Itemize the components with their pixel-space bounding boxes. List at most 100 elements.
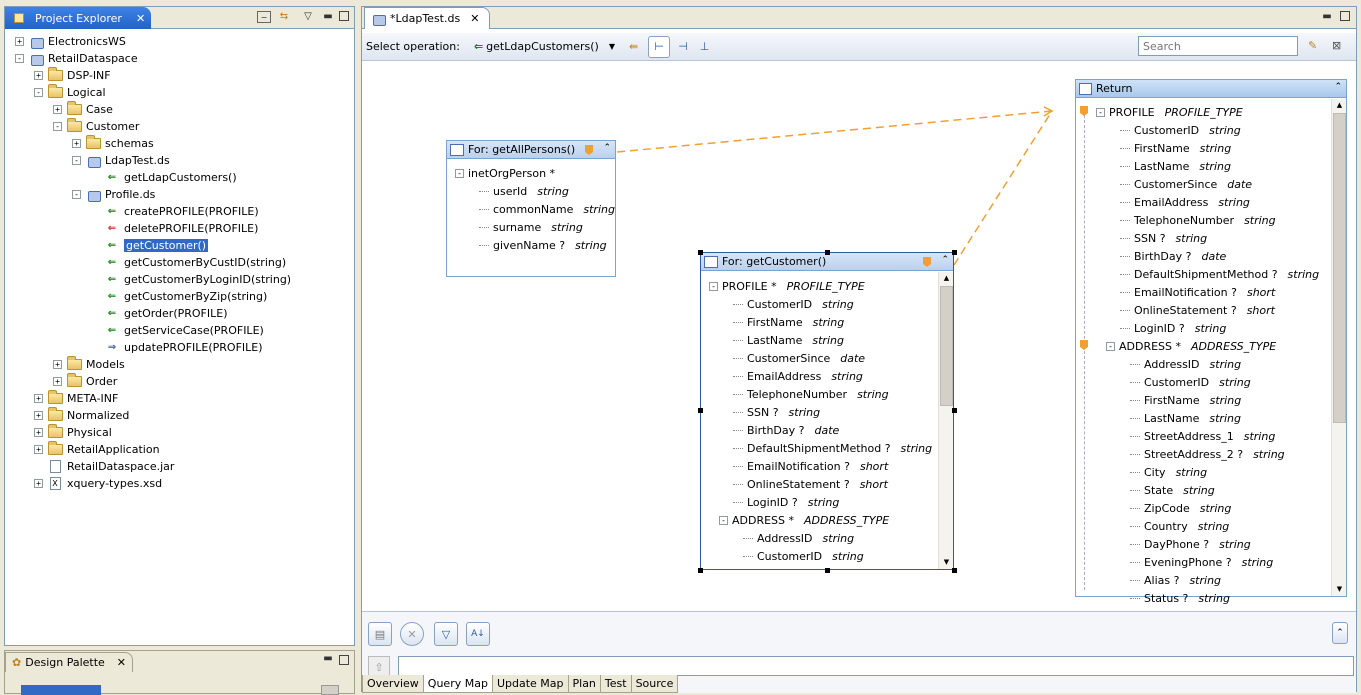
schema-row[interactable]: LoginID ? string xyxy=(1120,319,1226,337)
resize-handle[interactable] xyxy=(952,408,957,413)
schema-row[interactable]: CustomerSince date xyxy=(1120,175,1252,193)
scrollbar[interactable]: ▲ ▼ xyxy=(1331,99,1346,596)
filter-icon[interactable]: ▽ xyxy=(434,622,458,646)
minimize-icon[interactable]: ▬ xyxy=(321,11,335,23)
close-icon[interactable]: ✕ xyxy=(470,12,479,25)
schema-row[interactable]: surname string xyxy=(479,218,583,236)
collapse-icon[interactable]: ⌃ xyxy=(941,255,949,265)
collapse-icon[interactable]: - xyxy=(34,88,43,97)
schema-row[interactable]: ZipCode string xyxy=(1130,499,1231,517)
tree-item[interactable]: ⇐ createPROFILE(PROFILE) xyxy=(91,203,259,220)
schema-row[interactable]: BirthDay ? date xyxy=(733,421,839,439)
link-editor-icon[interactable]: ⇆ xyxy=(277,11,291,23)
schema-row[interactable]: CustomerID string xyxy=(1130,373,1251,391)
collapse-icon[interactable]: - xyxy=(1096,107,1105,117)
tab-design-palette[interactable]: ✿ Design Palette ✕ xyxy=(5,652,134,672)
tree-item[interactable]: + META-INF xyxy=(34,390,118,407)
minimize-icon[interactable]: ▬ xyxy=(1320,11,1334,23)
scroll-up-icon[interactable]: ▲ xyxy=(1333,99,1346,112)
expression-input[interactable] xyxy=(398,656,1354,676)
tree-item[interactable]: + Case xyxy=(53,101,113,118)
tree-item[interactable]: ⇒ updatePROFILE(PROFILE) xyxy=(91,339,263,356)
expand-icon[interactable]: + xyxy=(15,37,24,46)
tree-item[interactable]: ⇐ getOrder(PROFILE) xyxy=(91,305,228,322)
schema-row[interactable]: Alias ? string xyxy=(1130,571,1221,589)
expand-icon[interactable]: + xyxy=(34,479,43,488)
clear-icon[interactable]: ⊠ xyxy=(1332,39,1341,52)
tree-item[interactable]: ⇐ getCustomerByLoginID(string) xyxy=(91,271,291,288)
tree-item[interactable]: ⇐ getServiceCase(PROFILE) xyxy=(91,322,264,339)
schema-row[interactable]: LoginID ? string xyxy=(733,493,839,511)
schema-row[interactable]: Country string xyxy=(1130,517,1229,535)
operation-select[interactable]: getLdapCustomers() xyxy=(486,40,599,53)
tree-item[interactable]: ⇐ getCustomerByCustID(string) xyxy=(91,254,286,271)
schema-row[interactable]: DayPhone ? string xyxy=(1130,535,1251,553)
scroll-thumb[interactable] xyxy=(1333,113,1346,423)
schema-row[interactable]: EmailNotification ? short xyxy=(1120,283,1275,301)
tree-item[interactable]: - Profile.ds xyxy=(72,186,155,203)
schema-row[interactable]: TelephoneNumber string xyxy=(733,385,889,403)
schema-row[interactable]: StreetAddress_2 ? string xyxy=(1130,445,1285,463)
expand-icon[interactable]: + xyxy=(53,377,62,386)
collapse-icon[interactable]: - xyxy=(455,168,464,178)
tab-ldaptest-ds[interactable]: *LdapTest.ds ✕ xyxy=(364,7,491,29)
expand-icon[interactable]: + xyxy=(34,428,43,437)
schema-row[interactable]: City string xyxy=(1130,463,1207,481)
tree-item[interactable]: + schemas xyxy=(72,135,154,152)
search-input[interactable] xyxy=(1138,36,1298,56)
resize-handle[interactable] xyxy=(952,250,957,255)
collapse-icon[interactable]: - xyxy=(53,122,62,131)
schema-row[interactable]: FirstName string xyxy=(1120,139,1231,157)
scroll-thumb[interactable] xyxy=(940,286,953,406)
scroll-down-icon[interactable]: ▼ xyxy=(1333,583,1346,596)
expand-icon[interactable]: + xyxy=(53,360,62,369)
layout-vertical-icon[interactable]: ⊥ xyxy=(700,40,710,53)
tree-item[interactable]: - LdapTest.ds xyxy=(72,152,170,169)
return-box[interactable]: Return ⌃ ▲ ▼ - PROFILE PROFILE_TYPE Custome… xyxy=(1075,79,1347,605)
collapse-icon[interactable]: - xyxy=(719,515,728,525)
collapse-icon[interactable]: ⌃ xyxy=(1334,82,1342,92)
pen-icon[interactable]: ✎ xyxy=(1308,39,1317,52)
close-icon[interactable]: ✕ xyxy=(117,656,126,669)
resize-handle[interactable] xyxy=(698,250,703,255)
schema-row[interactable]: - PROFILE * PROFILE_TYPE xyxy=(709,277,865,295)
schema-row[interactable]: EmailAddress string xyxy=(1120,193,1250,211)
tab-overview[interactable]: Overview xyxy=(362,675,424,693)
schema-row[interactable]: LastName string xyxy=(1130,409,1241,427)
schema-row[interactable]: DefaultShipmentMethod ? string xyxy=(733,439,932,457)
cancel-icon[interactable]: ✕ xyxy=(400,622,424,646)
schema-row[interactable]: EveningPhone ? string xyxy=(1130,553,1273,571)
layout-horizontal-icon[interactable]: ⊣ xyxy=(678,40,688,53)
box-header[interactable]: For: getAllPersons() ⌃ xyxy=(447,141,615,159)
maximize-icon[interactable] xyxy=(1340,11,1350,21)
tree-item[interactable]: ⇐ getCustomerByZip(string) xyxy=(91,288,268,305)
box-header[interactable]: For: getCustomer() ⌃ xyxy=(701,253,953,271)
tree-item[interactable]: + Models xyxy=(53,356,125,373)
collapse-all-icon[interactable]: − xyxy=(257,11,271,23)
schema-row[interactable]: CustomerSince date xyxy=(733,349,865,367)
schema-row[interactable]: EmailAddress string xyxy=(733,367,863,385)
expand-icon[interactable]: + xyxy=(34,445,43,454)
tree-item[interactable]: - Logical xyxy=(34,84,106,101)
schema-row[interactable]: SSN ? string xyxy=(1120,229,1207,247)
tree-item[interactable]: + Xxquery-types.xsd xyxy=(34,475,162,492)
layout-tree-icon[interactable]: ⊢ xyxy=(648,35,671,58)
schema-row[interactable]: - ADDRESS * ADDRESS_TYPE xyxy=(1106,337,1276,355)
schema-row[interactable]: CustomerID string xyxy=(743,547,864,565)
schema-row[interactable]: FirstName string xyxy=(1130,391,1241,409)
schema-row[interactable]: DefaultShipmentMethod ? string xyxy=(1120,265,1319,283)
schema-row[interactable]: BirthDay ? date xyxy=(1120,247,1226,265)
expand-icon[interactable]: ⌃ xyxy=(1332,622,1348,644)
schema-row[interactable]: givenName ? string xyxy=(479,236,607,254)
view-menu-icon[interactable]: ▽ xyxy=(301,11,315,23)
resize-handle[interactable] xyxy=(825,250,830,255)
go-to-source-icon[interactable]: ⇚ xyxy=(629,40,638,53)
schema-row[interactable]: SSN ? string xyxy=(733,403,820,421)
collapse-icon[interactable]: - xyxy=(1106,341,1115,351)
expand-icon[interactable]: + xyxy=(34,71,43,80)
tab-test[interactable]: Test xyxy=(599,675,632,693)
schema-row[interactable]: LastName string xyxy=(1120,157,1231,175)
collapse-icon[interactable]: - xyxy=(709,281,718,291)
chevron-down-icon[interactable]: ▼ xyxy=(609,42,615,51)
expand-icon[interactable]: + xyxy=(72,139,81,148)
